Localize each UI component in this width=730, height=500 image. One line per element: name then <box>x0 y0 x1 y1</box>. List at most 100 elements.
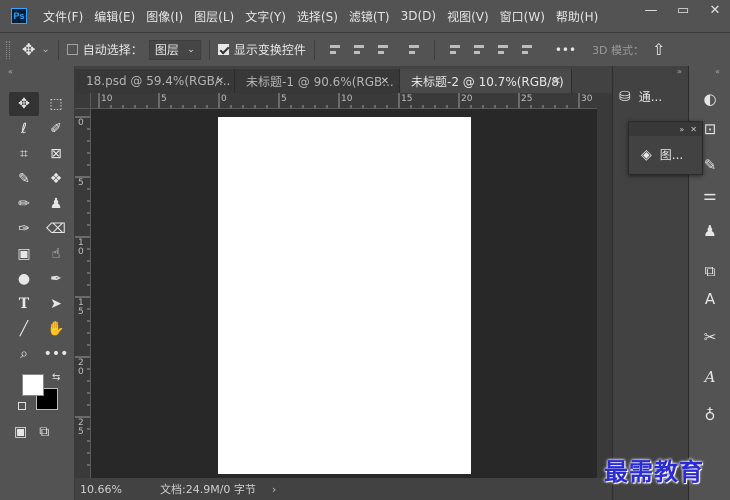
collapse-icon[interactable]: » <box>677 67 682 76</box>
line-icon[interactable]: ╱ <box>9 317 39 341</box>
sliders-icon[interactable]: ⚌ <box>699 184 721 206</box>
close-icon[interactable]: ✕ <box>553 76 561 87</box>
menu-file[interactable]: 文件(F) <box>43 8 83 25</box>
align-center-icon[interactable] <box>352 43 366 57</box>
3d-mode-label: 3D 模式： <box>592 43 645 57</box>
quick-mask-icon[interactable]: ▣ <box>14 424 27 440</box>
menu-filter[interactable]: 滤镜(T) <box>349 8 390 25</box>
workspace[interactable] <box>91 109 597 478</box>
align-top-icon[interactable] <box>448 43 462 57</box>
layers-panel-button[interactable]: ◈ 图... <box>629 146 702 163</box>
stamp-icon[interactable]: ♟ <box>41 192 71 216</box>
gradient-icon[interactable]: ▣ <box>9 242 39 266</box>
minimize-button[interactable]: — <box>644 4 658 18</box>
move-icon[interactable]: ✥ <box>9 92 39 116</box>
dodge-icon[interactable]: ● <box>9 267 39 291</box>
ruler-label: 20 <box>461 94 473 104</box>
menu-3d[interactable]: 3D(D) <box>401 9 436 23</box>
channels-panel-button[interactable]: ⛁ 通... <box>619 88 662 105</box>
crop-icon[interactable]: ⌗ <box>9 142 39 166</box>
menu-type[interactable]: 文字(Y) <box>245 8 286 25</box>
auto-select-checkbox[interactable] <box>66 44 78 55</box>
auto-select-option[interactable]: 自动选择： <box>66 41 143 58</box>
eraser-icon[interactable]: ⌫ <box>41 217 71 241</box>
close-icon[interactable]: ✕ <box>216 76 224 87</box>
zoom-level[interactable]: 10.66% <box>80 483 150 496</box>
horizontal-ruler[interactable]: 10 5 0 5 10 15 20 25 30 <box>91 93 597 109</box>
history-brush-icon[interactable]: ✑ <box>9 217 39 241</box>
patch-icon[interactable]: ❖ <box>41 167 71 191</box>
marquee-icon[interactable]: ⬚ <box>41 92 71 116</box>
3d-icon[interactable]: ⧉ <box>699 260 721 282</box>
document-canvas[interactable] <box>218 117 471 474</box>
align-right-icon[interactable] <box>376 43 390 57</box>
vertical-scrollbar[interactable] <box>597 93 612 478</box>
clone-source-icon[interactable]: ♟ <box>699 220 721 242</box>
chevron-down-icon[interactable]: ⌄ <box>41 44 49 55</box>
floating-panel-header[interactable]: » ✕ <box>629 122 702 136</box>
status-menu-button[interactable]: › <box>272 483 276 496</box>
menu-view[interactable]: 视图(V) <box>447 8 489 25</box>
watermark-logo: 最需教育 <box>604 457 704 486</box>
bulb-icon[interactable]: ♁ <box>699 404 721 426</box>
character-icon[interactable]: A <box>699 288 721 310</box>
align-middle-icon[interactable] <box>472 43 486 57</box>
menu-help[interactable]: 帮助(H) <box>556 8 598 25</box>
ruler-label: 20 <box>78 358 84 377</box>
ruler-label: 15 <box>401 94 413 104</box>
pen-icon[interactable]: ✒ <box>41 267 71 291</box>
distribute-icon[interactable] <box>407 43 421 57</box>
layer-select[interactable]: 图层 ⌄ <box>148 39 201 60</box>
align-bottom-icon[interactable] <box>496 43 510 57</box>
swap-colors-icon[interactable]: ⇆ <box>52 372 60 383</box>
distribute-vertical-icon[interactable] <box>520 43 534 57</box>
type-icon[interactable]: T <box>9 292 39 316</box>
channels-icon: ⛁ <box>619 88 631 105</box>
close-icon[interactable]: ✕ <box>690 125 697 134</box>
brush-icon[interactable]: ✏ <box>9 192 39 216</box>
ruler-corner[interactable] <box>75 93 91 109</box>
collapse-icon[interactable]: « <box>0 66 74 78</box>
share-icon[interactable]: ⇧ <box>652 40 665 59</box>
ruler-label: 10 <box>341 94 353 104</box>
character-style-icon[interactable]: A <box>699 366 721 388</box>
quick-select-icon[interactable]: ✐ <box>41 117 71 141</box>
zoom-icon[interactable]: ⌕ <box>9 342 39 366</box>
menu-window[interactable]: 窗口(W) <box>500 8 545 25</box>
close-button[interactable]: ✕ <box>708 4 722 18</box>
smudge-icon[interactable]: ☝ <box>41 242 71 266</box>
move-tool-icon[interactable]: ✥ <box>22 40 35 59</box>
screen-mode-icon[interactable]: ⧉ <box>39 424 49 440</box>
foreground-color[interactable] <box>22 374 44 396</box>
collapse-icon[interactable]: « <box>715 67 720 76</box>
maximize-button[interactable]: ▭ <box>676 4 690 18</box>
tool-presets-icon[interactable]: ✂ <box>699 326 721 348</box>
align-left-icon[interactable] <box>328 43 342 57</box>
tab-18-psd[interactable]: 18.psd @ 59.4%(RGB/... ✕ <box>75 69 235 93</box>
lasso-icon[interactable]: ℓ <box>9 117 39 141</box>
vertical-ruler[interactable]: 0 5 10 15 20 25 <box>75 109 91 478</box>
tab-label: 未标题-1 @ 90.6%(RGB... <box>246 74 394 89</box>
default-colors-icon[interactable] <box>18 402 26 410</box>
ruler-label: 5 <box>78 178 84 188</box>
close-icon[interactable]: ✕ <box>381 76 389 87</box>
frame-icon[interactable]: ⊠ <box>41 142 71 166</box>
tab-untitled-1[interactable]: 未标题-1 @ 90.6%(RGB... ✕ <box>235 69 400 93</box>
adjustments-icon[interactable]: ◐ <box>699 88 721 110</box>
chevron-down-icon: ⌄ <box>187 44 195 55</box>
menu-select[interactable]: 选择(S) <box>297 8 338 25</box>
eyedropper-icon[interactable]: ✎ <box>9 167 39 191</box>
collapse-icon[interactable]: » <box>679 125 684 134</box>
hand-icon[interactable]: ✋ <box>41 317 71 341</box>
show-transform-checkbox[interactable] <box>217 44 229 55</box>
more-tools-icon[interactable]: ••• <box>41 342 71 366</box>
tab-untitled-2[interactable]: 未标题-2 @ 10.7%(RGB/8) ✕ <box>400 69 572 93</box>
show-transform-option[interactable]: 显示变换控件 <box>217 41 306 58</box>
menu-image[interactable]: 图像(I) <box>146 8 183 25</box>
options-grip[interactable] <box>6 40 10 59</box>
more-options-button[interactable]: ••• <box>555 43 576 57</box>
path-select-icon[interactable]: ➤ <box>41 292 71 316</box>
menu-layer[interactable]: 图层(L) <box>194 8 234 25</box>
menu-edit[interactable]: 编辑(E) <box>94 8 135 25</box>
layers-floating-panel: » ✕ ◈ 图... <box>628 121 703 175</box>
